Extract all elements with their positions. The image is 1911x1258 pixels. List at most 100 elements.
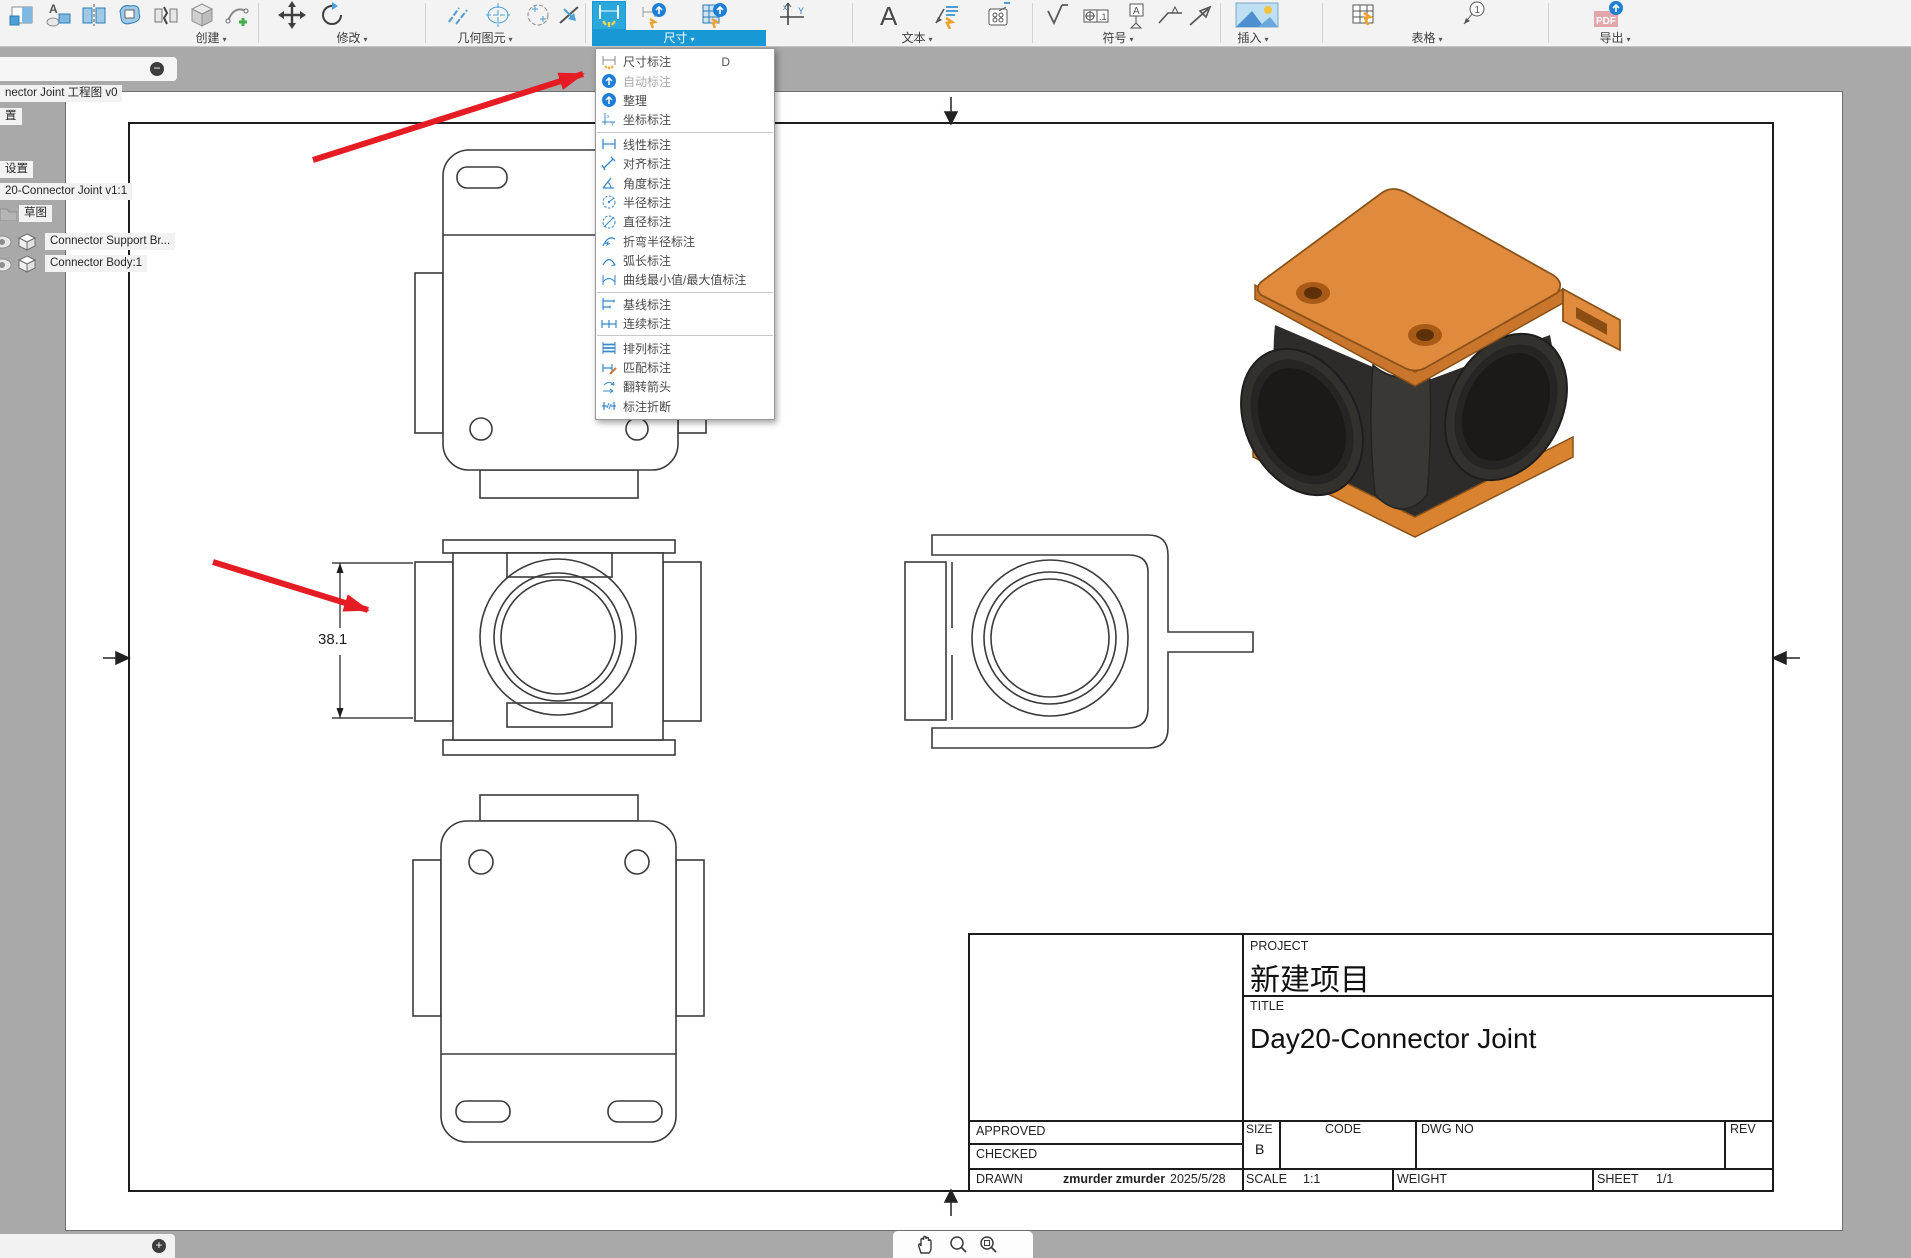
collapse-minus-icon[interactable]: − bbox=[150, 62, 164, 76]
ordinate-dimension-icon[interactable]: Yx bbox=[778, 1, 806, 29]
title-value[interactable]: Day20-Connector Joint bbox=[1250, 1023, 1536, 1055]
move-icon[interactable] bbox=[278, 1, 306, 29]
eye-visibility-icon[interactable] bbox=[0, 258, 12, 272]
exploded-view-icon[interactable] bbox=[188, 1, 216, 29]
break-view-icon[interactable] bbox=[152, 1, 180, 29]
toolbar-group-export[interactable]: 导出 ▾ bbox=[1599, 29, 1630, 45]
title-block: PROJECT 新建项目 TITLE Day20-Connector Joint… bbox=[968, 933, 1774, 1192]
hole-note-icon[interactable] bbox=[984, 1, 1012, 29]
section-view-icon[interactable] bbox=[80, 1, 108, 29]
dimension-value[interactable]: 38.1 bbox=[316, 631, 350, 648]
zoom-icon[interactable] bbox=[948, 1235, 968, 1255]
eye-visibility-icon[interactable] bbox=[0, 235, 12, 249]
menu-item-flip-arrows[interactable]: 翻转箭头 bbox=[596, 377, 774, 396]
zoom-window-icon[interactable] bbox=[978, 1235, 998, 1255]
browser-item-sketch[interactable]: 草图 bbox=[19, 205, 52, 222]
center-mark-icon[interactable] bbox=[484, 1, 512, 29]
title-block-line bbox=[970, 1143, 1242, 1145]
svg-text:PDF: PDF bbox=[1596, 16, 1616, 27]
toolbar-group-dimensions[interactable]: 尺寸 ▾ bbox=[592, 30, 766, 46]
menu-item-linear[interactable]: 线性标注 bbox=[596, 135, 774, 154]
balloon-icon[interactable]: 1 bbox=[1460, 1, 1488, 29]
toolbar-group-modify[interactable]: 修改 ▾ bbox=[336, 29, 367, 45]
export-pdf-icon[interactable]: PDF bbox=[1592, 1, 1626, 29]
menu-item-curve-min-max[interactable]: 曲线最小值/最大值标注 bbox=[596, 270, 774, 289]
menu-item-diameter[interactable]: 直径标注 bbox=[596, 212, 774, 231]
browser-item-model[interactable]: 20-Connector Joint v1:1 bbox=[0, 183, 133, 200]
title-block-line bbox=[1392, 1168, 1394, 1190]
sketch-icon[interactable] bbox=[224, 1, 252, 29]
menu-item-angular[interactable]: 角度标注 bbox=[596, 173, 774, 192]
menu-item-radius[interactable]: 半径标注 bbox=[596, 193, 774, 212]
toolbar-group-create[interactable]: 创建 ▾ bbox=[195, 29, 226, 45]
drawing-view-bottom[interactable] bbox=[405, 785, 735, 1155]
menu-item-baseline[interactable]: 基线标注 bbox=[596, 295, 774, 314]
dimension-icon[interactable] bbox=[595, 1, 623, 29]
arc-length-icon bbox=[602, 258, 616, 266]
edge-extension-icon[interactable] bbox=[556, 1, 584, 29]
leader-text-icon[interactable] bbox=[932, 1, 960, 29]
datum-icon[interactable]: A bbox=[1122, 1, 1150, 29]
svg-text:A: A bbox=[49, 2, 58, 16]
text-icon[interactable]: A bbox=[876, 1, 904, 29]
project-value[interactable]: 新建项目 bbox=[1250, 955, 1370, 999]
scale-value[interactable]: 1:1 bbox=[1303, 1172, 1320, 1186]
toolbar-group-symbols[interactable]: 符号 ▾ bbox=[1102, 29, 1133, 45]
menu-item-arrange[interactable]: 整理 bbox=[596, 91, 774, 110]
chevron-down-icon: ▾ bbox=[363, 35, 368, 44]
svg-text:A: A bbox=[880, 1, 898, 29]
menu-item-match[interactable]: 匹配标注 bbox=[596, 358, 774, 377]
drawn-by[interactable]: zmurder zmurder bbox=[1063, 1172, 1165, 1186]
projected-view-icon[interactable]: A bbox=[44, 1, 72, 29]
browser-document-title[interactable]: nector Joint 工程图 v0 bbox=[0, 85, 123, 102]
chevron-down-icon: ▾ bbox=[1626, 35, 1631, 44]
toolbar-group-geometry[interactable]: 几何图元 ▾ bbox=[457, 29, 512, 45]
browser-expand-bar[interactable] bbox=[0, 1234, 175, 1258]
table-icon[interactable] bbox=[1350, 1, 1378, 29]
auto-dimension-icon[interactable] bbox=[640, 1, 668, 29]
isometric-3d-view[interactable] bbox=[1235, 175, 1635, 545]
application-window: A Y x A .1 A 1 PDF 创建 ▾ 修改 ▾ 几何图元 ▾ 文本 ▾… bbox=[0, 0, 1911, 1258]
view-navigation-bar bbox=[893, 1231, 1033, 1258]
drawing-view-front[interactable] bbox=[300, 530, 720, 770]
detail-view-icon[interactable] bbox=[116, 1, 144, 29]
center-mark-pattern-icon[interactable] bbox=[524, 1, 552, 29]
rotate-icon[interactable] bbox=[318, 1, 346, 29]
menu-item-chain[interactable]: 连续标注 bbox=[596, 314, 774, 333]
menu-item-bend-radius[interactable]: 折弯半径标注 bbox=[596, 232, 774, 251]
expand-plus-icon[interactable]: + bbox=[152, 1239, 166, 1253]
menu-item-auto-dimension[interactable]: 自动标注 bbox=[596, 71, 774, 90]
toolbar-group-insert[interactable]: 插入 ▾ bbox=[1237, 29, 1268, 45]
linear-dimension-icon bbox=[602, 139, 616, 150]
size-value[interactable]: B bbox=[1255, 1141, 1264, 1157]
insert-image-icon[interactable] bbox=[1232, 1, 1282, 29]
feature-control-frame-icon[interactable]: .1 bbox=[1082, 1, 1110, 29]
chevron-down-icon: ▾ bbox=[222, 35, 227, 44]
arrow-leader-icon[interactable] bbox=[1186, 1, 1214, 29]
browser-item-body[interactable]: Connector Body:1 bbox=[45, 255, 148, 272]
menu-item-aligned[interactable]: 对齐标注 bbox=[596, 154, 774, 173]
menu-item-arc-length[interactable]: 弧长标注 bbox=[596, 251, 774, 270]
sheet-value[interactable]: 1/1 bbox=[1656, 1172, 1673, 1186]
menu-item-dimension[interactable]: 尺寸标注 D bbox=[596, 52, 774, 71]
browser-item-clipped[interactable]: 置 bbox=[0, 108, 22, 125]
menu-item-break-dimension[interactable]: 标注折断 bbox=[596, 397, 774, 416]
drawn-date[interactable]: 2025/5/28 bbox=[1170, 1172, 1226, 1186]
weld-symbol-icon[interactable] bbox=[1156, 1, 1184, 29]
toolbar-group-text[interactable]: 文本 ▾ bbox=[901, 29, 932, 45]
base-view-icon[interactable] bbox=[8, 1, 36, 29]
menu-separator bbox=[597, 291, 773, 293]
menu-item-ordinate[interactable]: xY 坐标标注 bbox=[596, 110, 774, 129]
menu-item-stacked[interactable]: 排列标注 bbox=[596, 338, 774, 357]
aligned-dimension-icon bbox=[601, 156, 616, 170]
centerline-icon[interactable] bbox=[444, 1, 472, 29]
toolbar-group-tables[interactable]: 表格 ▾ bbox=[1411, 29, 1442, 45]
surface-finish-icon[interactable] bbox=[1042, 1, 1070, 29]
drawing-view-side[interactable] bbox=[895, 525, 1265, 760]
title-block-line bbox=[1242, 935, 1244, 1190]
chevron-down-icon: ▾ bbox=[928, 35, 933, 44]
browser-item-settings[interactable]: 设置 bbox=[0, 161, 33, 178]
pan-hand-icon[interactable] bbox=[915, 1235, 935, 1255]
browser-item-body[interactable]: Connector Support Br... bbox=[45, 233, 176, 250]
dimension-update-icon[interactable] bbox=[700, 1, 728, 29]
